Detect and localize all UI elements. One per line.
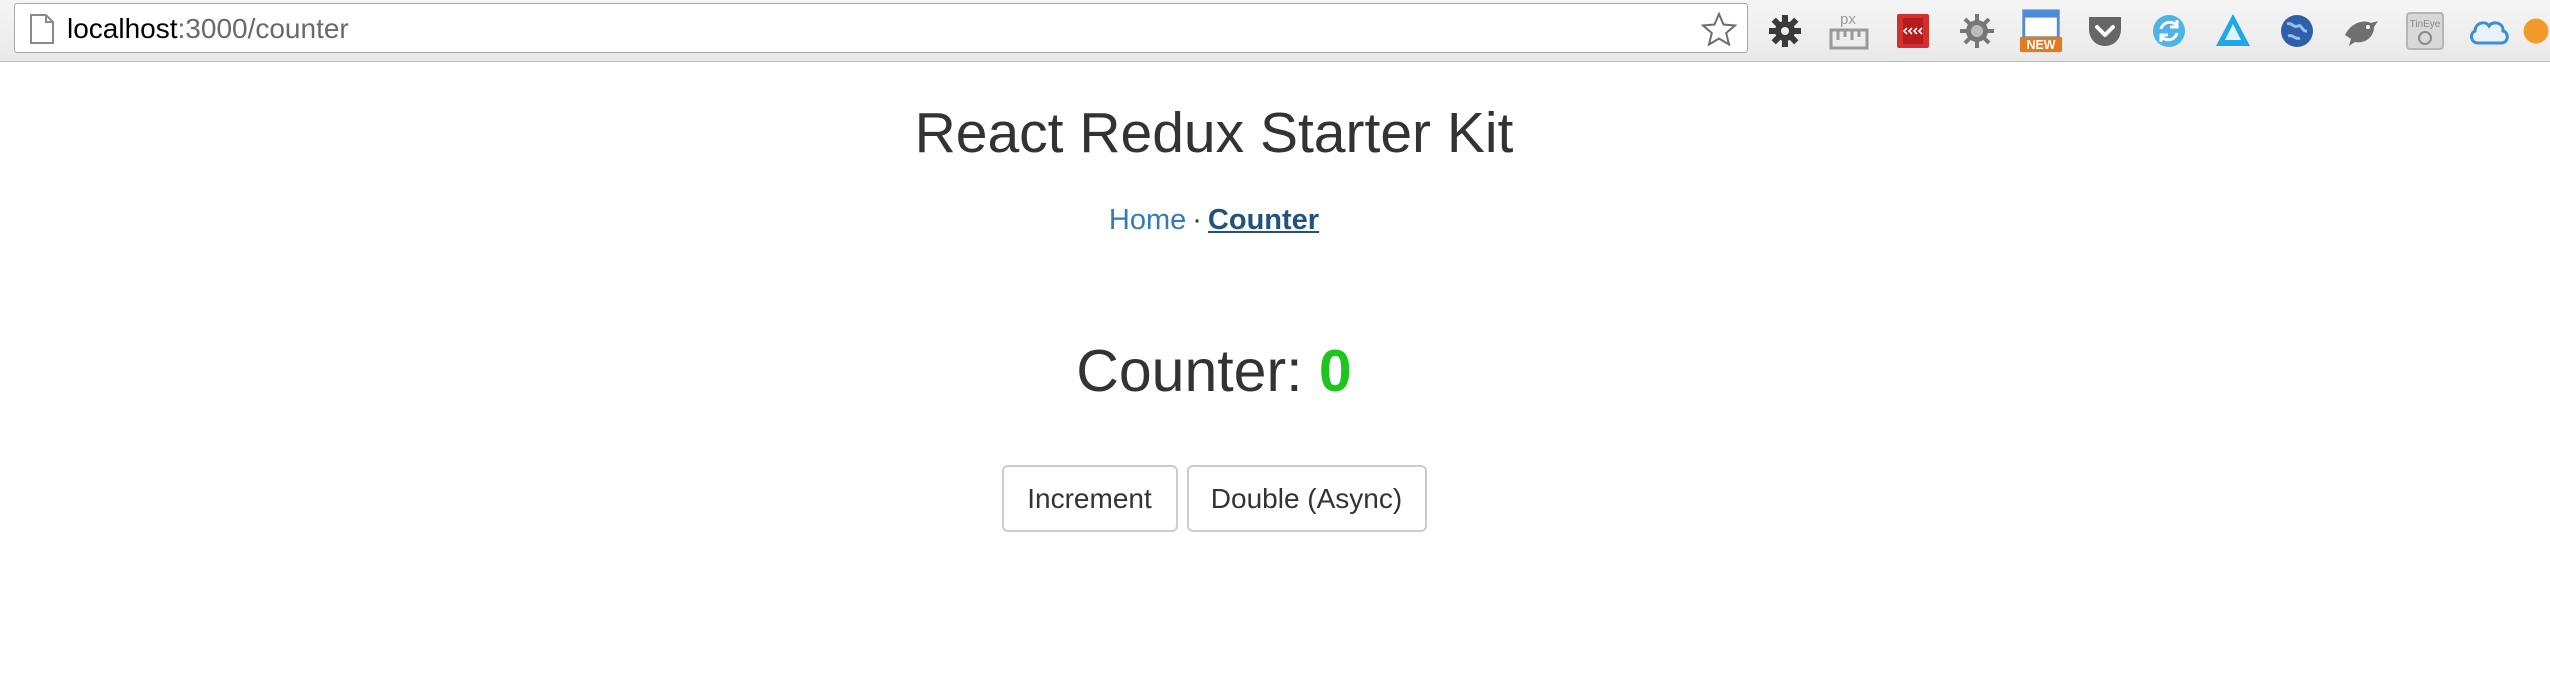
triangle-logo-icon[interactable]: [2210, 8, 2256, 54]
new-badge-text: NEW: [2026, 38, 2055, 52]
page-icon: [30, 14, 54, 44]
cloud-icon[interactable]: [2466, 8, 2512, 54]
globe-icon[interactable]: [2274, 8, 2320, 54]
bookmark-star-icon[interactable]: [1701, 12, 1737, 46]
nav-link-home[interactable]: Home: [1109, 204, 1186, 236]
bird-icon[interactable]: [2338, 8, 2384, 54]
counter-label: Counter:: [1076, 338, 1319, 404]
pixel-ruler-icon[interactable]: px: [1826, 8, 1872, 54]
url-host: localhost: [67, 13, 178, 44]
sync-icon[interactable]: [2146, 8, 2192, 54]
nav-link-counter[interactable]: Counter: [1208, 204, 1319, 236]
pocket-icon[interactable]: [2082, 8, 2128, 54]
address-bar[interactable]: localhost:3000/counter: [14, 3, 1748, 53]
double-async-button[interactable]: Double (Async): [1186, 465, 1427, 532]
new-window-icon[interactable]: NEW: [2018, 8, 2064, 54]
increment-button[interactable]: Increment: [1001, 465, 1178, 532]
counter-actions: Increment Double (Async): [0, 465, 2428, 532]
nav-separator: ·: [1192, 204, 1202, 236]
counter-heading: Counter: 0: [0, 336, 2428, 406]
tineye-icon[interactable]: TinEye: [2402, 8, 2448, 54]
bug-gear-icon[interactable]: [1954, 8, 2000, 54]
page-title: React Redux Starter Kit: [914, 101, 1514, 165]
url-path: :3000/counter: [177, 13, 349, 44]
gear-icon[interactable]: [1762, 8, 1808, 54]
browser-toolbar: localhost:3000/counter px NEW TinEye: [0, 0, 2550, 62]
orange-circle-icon[interactable]: [2522, 8, 2550, 54]
tineye-label: TinEye: [2410, 19, 2441, 30]
url-text[interactable]: localhost:3000/counter: [67, 14, 349, 44]
counter-value: 0: [1318, 338, 1352, 404]
red-book-icon[interactable]: [1890, 8, 1936, 54]
main-nav: Home · Counter: [0, 202, 2428, 238]
svg-text:px: px: [1840, 11, 1856, 28]
